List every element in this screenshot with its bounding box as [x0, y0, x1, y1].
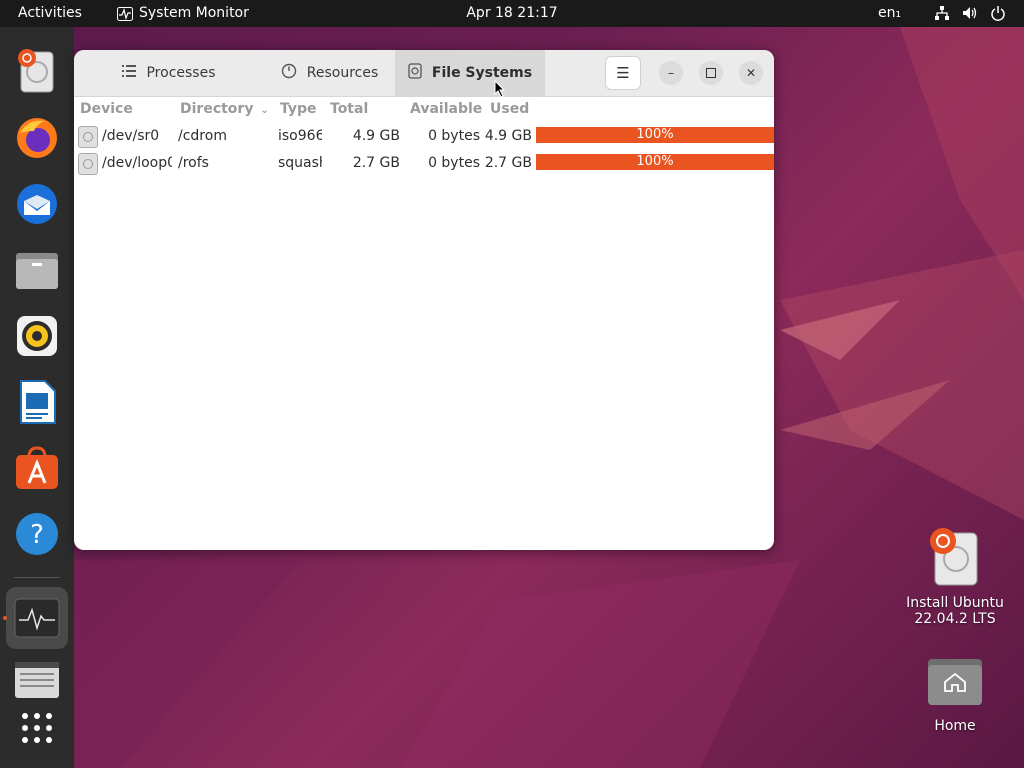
install-label-line1: Install Ubuntu — [906, 595, 1004, 611]
tab-processes[interactable]: Processes — [74, 50, 264, 96]
install-ubuntu-icon[interactable] — [12, 47, 62, 97]
terminal-icon[interactable] — [12, 655, 62, 705]
language-indicator[interactable]: en₁ — [878, 0, 901, 27]
gauge-icon — [281, 63, 297, 83]
hamburger-icon: ☰ — [616, 64, 630, 82]
cell-type: iso966 — [278, 128, 322, 144]
home-label: Home — [934, 718, 976, 734]
tab-resources[interactable]: Resources — [264, 50, 395, 96]
tab-file-systems-label: File Systems — [431, 65, 533, 81]
mouse-cursor — [494, 80, 506, 98]
drive-icon — [78, 153, 98, 175]
svg-text:?: ? — [30, 520, 44, 550]
system-monitor-dock-icon[interactable] — [12, 593, 62, 643]
files-icon[interactable] — [12, 245, 62, 295]
volume-icon[interactable] — [962, 0, 978, 27]
app-center-icon[interactable] — [12, 443, 62, 493]
dock: ? — [0, 27, 74, 768]
cell-available: 0 bytes — [428, 128, 480, 144]
cell-used: 4.9 GB — [484, 128, 532, 144]
desktop-install-ubuntu[interactable]: Install Ubuntu 22.04.2 LTS — [900, 527, 1010, 637]
install-ubuntu-desktop-icon — [930, 528, 978, 586]
clock[interactable]: Apr 18 21:17 — [0, 0, 1024, 27]
cell-device: /dev/sr0 — [102, 128, 160, 144]
tab-processes-label: Processes — [146, 65, 216, 81]
column-type[interactable]: Type — [280, 101, 317, 117]
tab-file-systems[interactable]: File Systems — [395, 50, 545, 96]
power-icon[interactable] — [990, 0, 1006, 27]
install-ubuntu-label: Install Ubuntu 22.04.2 LTS — [900, 595, 1010, 627]
usage-bar: 100% — [536, 154, 774, 170]
menu-button[interactable]: ☰ — [605, 56, 641, 90]
sort-down-icon: ⌄ — [260, 105, 269, 116]
minimize-button[interactable]: – — [659, 61, 683, 85]
maximize-button[interactable] — [699, 61, 723, 85]
cell-used: 2.7 GB — [484, 155, 532, 171]
table-row[interactable]: /dev/loop0 /rofs squash 2.7 GB 0 bytes 2… — [74, 150, 774, 177]
close-icon: ✕ — [745, 66, 757, 80]
cell-directory: /cdrom — [178, 128, 227, 144]
usage-bar: 100% — [536, 127, 774, 143]
close-button[interactable]: ✕ — [739, 61, 763, 85]
top-bar: Activities System Monitor Apr 18 21:17 e… — [0, 0, 1024, 27]
column-available[interactable]: Available — [410, 101, 482, 117]
system-monitor-window: Processes Resources File Systems ☰ – ✕ D… — [74, 50, 774, 550]
usage-percent: 100% — [636, 127, 674, 142]
firefox-icon[interactable] — [12, 113, 62, 163]
maximize-icon — [706, 68, 716, 78]
column-total[interactable]: Total — [330, 101, 368, 117]
thunderbird-icon[interactable] — [12, 179, 62, 229]
column-device[interactable]: Device — [80, 101, 133, 117]
cell-directory: /rofs — [178, 155, 209, 171]
drive-icon — [78, 126, 98, 148]
rhythmbox-icon[interactable] — [12, 311, 62, 361]
show-apps-icon[interactable] — [12, 703, 62, 753]
install-label-line2: 22.04.2 LTS — [914, 611, 996, 627]
column-directory[interactable]: Directory ⌄ — [180, 101, 269, 117]
running-indicator — [3, 616, 7, 620]
dock-separator — [14, 577, 60, 578]
desktop-home[interactable]: Home — [910, 655, 1000, 740]
cell-device: /dev/loop0 — [102, 155, 172, 171]
column-headers: Device Directory ⌄ Type Total Available … — [74, 97, 774, 121]
table-row[interactable]: /dev/sr0 /cdrom iso966 4.9 GB 0 bytes 4.… — [74, 123, 774, 150]
help-icon[interactable]: ? — [12, 509, 62, 559]
cell-total: 4.9 GB — [352, 128, 400, 144]
home-folder-icon — [928, 659, 982, 705]
cell-available: 0 bytes — [428, 155, 480, 171]
column-directory-label: Directory — [180, 101, 254, 117]
libreoffice-writer-icon[interactable] — [12, 377, 62, 427]
list-icon — [122, 65, 137, 81]
cell-type: squash — [278, 155, 322, 171]
header-bar: Processes Resources File Systems ☰ – ✕ — [74, 50, 774, 97]
column-used[interactable]: Used — [490, 101, 529, 117]
tab-resources-label: Resources — [306, 65, 379, 81]
minimize-icon: – — [668, 66, 674, 80]
disk-icon — [408, 63, 422, 83]
cell-total: 2.7 GB — [352, 155, 400, 171]
usage-percent: 100% — [636, 154, 674, 169]
network-icon[interactable] — [934, 0, 950, 27]
